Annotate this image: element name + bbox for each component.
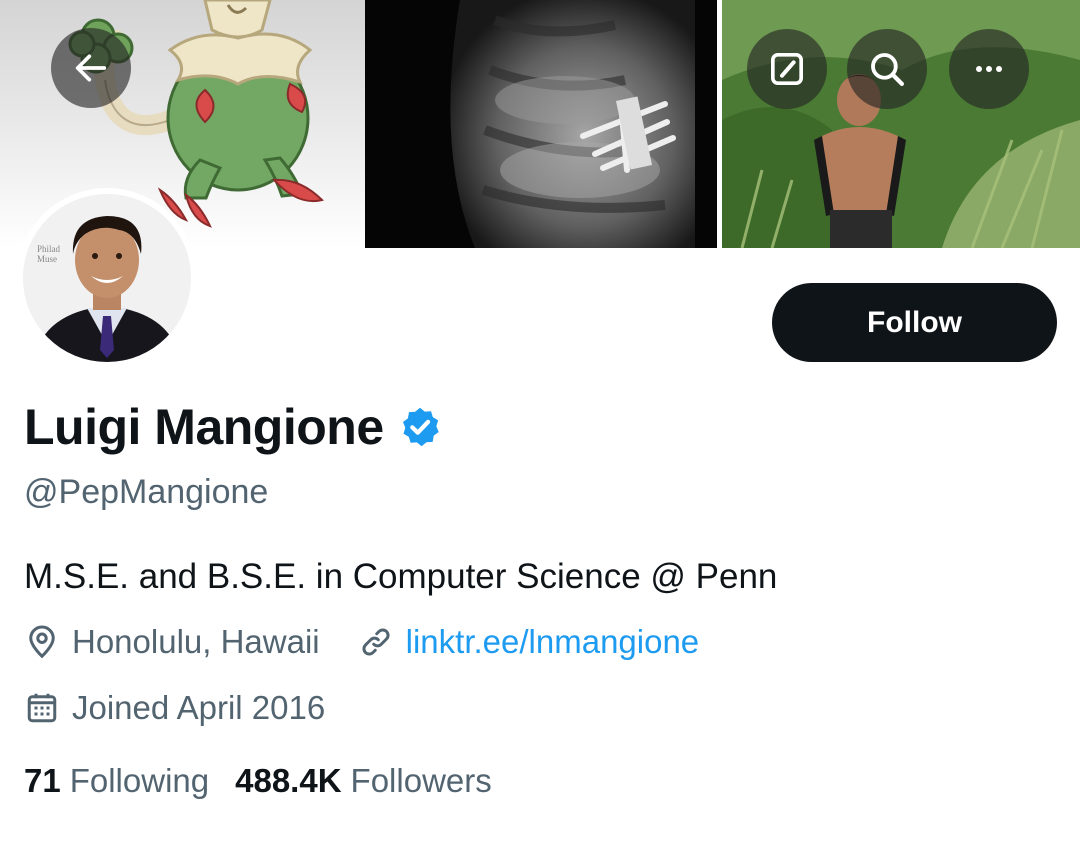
edit-square-icon bbox=[771, 53, 803, 85]
verified-badge-icon[interactable] bbox=[398, 405, 442, 449]
profile-handle: @PepMangione bbox=[24, 473, 269, 511]
profile-meta-row: Joined April 2016 bbox=[24, 689, 325, 727]
banner-xray-image bbox=[365, 0, 717, 248]
followers-label: Followers bbox=[350, 762, 492, 799]
display-name: Luigi Mangione bbox=[24, 399, 384, 455]
following-stat[interactable]: 71 Following bbox=[24, 762, 209, 800]
following-count: 71 bbox=[24, 762, 61, 799]
calendar-icon bbox=[27, 693, 57, 723]
avatar-backdrop-text: Muse bbox=[37, 254, 57, 264]
link-icon bbox=[362, 628, 390, 656]
profile-location: Honolulu, Hawaii bbox=[72, 623, 320, 660]
avatar[interactable]: Philad Muse bbox=[17, 188, 197, 368]
following-label: Following bbox=[69, 762, 210, 799]
follow-button[interactable]: Follow bbox=[772, 283, 1057, 362]
more-button[interactable] bbox=[949, 29, 1029, 109]
location-pin-icon bbox=[29, 625, 55, 659]
search-icon bbox=[871, 53, 904, 86]
profile-stats: 71 Following 488.4K Followers bbox=[24, 762, 492, 800]
display-name-row: Luigi Mangione bbox=[24, 395, 442, 459]
edit-button[interactable] bbox=[747, 29, 827, 109]
more-horizontal-icon bbox=[976, 66, 1002, 72]
avatar-backdrop-text: Philad bbox=[37, 244, 61, 254]
profile-website-link[interactable]: linktr.ee/lnmangione bbox=[406, 623, 700, 661]
avatar-photo: Philad Muse bbox=[23, 194, 191, 362]
arrow-left-icon bbox=[75, 54, 107, 82]
profile-meta-row: Honolulu, Hawaii linktr.ee/lnmangione bbox=[24, 623, 699, 661]
followers-count: 488.4K bbox=[235, 762, 342, 799]
profile-bio: M.S.E. and B.S.E. in Computer Science @ … bbox=[24, 557, 778, 596]
profile-joined-date: Joined April 2016 bbox=[72, 689, 326, 726]
back-button[interactable] bbox=[51, 28, 131, 108]
search-button[interactable] bbox=[847, 29, 927, 109]
followers-stat[interactable]: 488.4K Followers bbox=[235, 762, 492, 800]
